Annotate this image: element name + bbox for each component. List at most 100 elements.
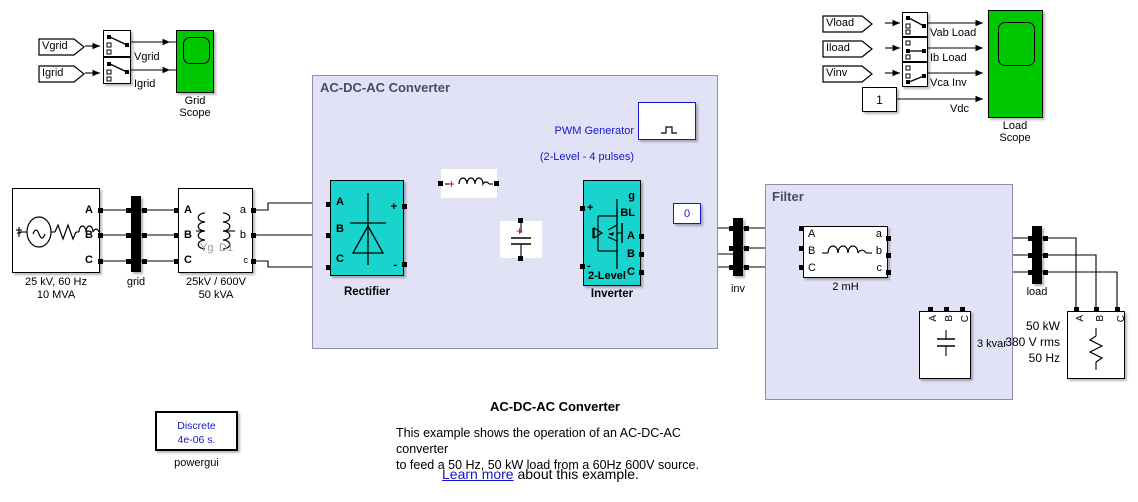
converter-subsystem-title: AC-DC-AC Converter — [320, 80, 451, 95]
inverter-terminal-c — [639, 270, 644, 275]
rectifier-terminal-a — [326, 202, 331, 207]
inport-vgrid[interactable]: Vgrid — [38, 38, 86, 56]
inverter-terminal-plus — [580, 206, 585, 211]
rectifier-block[interactable]: A B C + - — [330, 180, 404, 276]
filter-inductor-block[interactable]: A B C a b c — [803, 226, 888, 278]
source-port-a: A — [85, 204, 93, 216]
capacitor-bank-block[interactable]: A B C — [919, 311, 971, 379]
inverter-port-c: C — [627, 266, 635, 278]
transformer-port-b-right: b — [239, 229, 246, 241]
dc-capacitor-terminal-top — [518, 218, 523, 223]
manual-switch-iload[interactable] — [902, 37, 928, 62]
powergui-block[interactable]: Discrete 4e-06 s. — [155, 411, 238, 451]
filter-inductor-port-b: B — [808, 245, 816, 257]
svg-text:D1: D1 — [219, 242, 233, 254]
inv-bus-port-c-in — [729, 265, 734, 270]
inv-bus-port-b-in — [729, 246, 734, 251]
load-bus-port-a-out — [1043, 236, 1048, 241]
transformer-port-a-right: a — [239, 204, 246, 216]
transformer-port-b-left: B — [184, 229, 192, 241]
load-bus-port-c-out — [1043, 270, 1048, 275]
blocking-constant-value: 0 — [683, 207, 691, 220]
inv-bus-port-a-out — [744, 226, 749, 231]
inverter-port-bl: BL — [620, 207, 635, 219]
inv-measurement-bus[interactable] — [733, 218, 743, 276]
inport-vinv[interactable]: Vinv — [822, 65, 874, 83]
dc-inductor-terminal-left — [438, 181, 443, 186]
dc-link-capacitor-block[interactable]: + — [500, 221, 542, 258]
grid-bus-port-a-in — [126, 208, 131, 213]
grid-bus-port-c-out — [142, 259, 147, 264]
source-terminal-a — [98, 208, 103, 213]
inport-vload[interactable]: Vload — [822, 15, 874, 33]
source-port-b: B — [85, 229, 93, 241]
transformer-terminal-a-in — [174, 208, 179, 213]
load-port-a: A — [1075, 315, 1086, 322]
transformer-terminal-b-out — [251, 233, 256, 238]
filter-inductor-terminal-c-out — [886, 270, 891, 275]
load-scope-caption-2: Scope — [999, 132, 1031, 144]
load-port-c: C — [1116, 315, 1127, 323]
manual-switch-vgrid[interactable] — [103, 30, 131, 57]
inverter-caption: Inverter — [590, 288, 634, 300]
inport-igrid[interactable]: Igrid — [38, 65, 86, 83]
filter-inductor-terminal-a-in — [799, 226, 804, 231]
load-bus-port-c-in — [1028, 270, 1033, 275]
load-caption-1: 50 kW — [1025, 319, 1060, 333]
manual-switch-igrid[interactable] — [103, 57, 131, 84]
transformer-block[interactable]: Yg D1 A B C a b c — [178, 188, 253, 273]
rectifier-terminal-plus — [402, 204, 407, 209]
grid-measurement-bus[interactable] — [131, 196, 141, 272]
transformer-caption-1: 25kV / 600V — [186, 276, 246, 288]
signal-label-vca-inv: Vca Inv — [930, 77, 967, 89]
signal-label-vdc: Vdc — [950, 103, 969, 115]
learn-more-link[interactable]: Learn more — [442, 466, 514, 482]
rectifier-terminal-c — [326, 265, 331, 270]
rectifier-port-c: C — [336, 253, 344, 265]
inverter-inner-label: 2-Level — [588, 270, 626, 282]
source-terminal-c — [98, 259, 103, 264]
filter-inductor-port-c-out: c — [876, 262, 883, 274]
blocking-constant-block[interactable]: 0 — [673, 203, 701, 224]
filter-inductor-caption: 2 mH — [832, 281, 859, 293]
manual-switch-vinv[interactable] — [902, 62, 928, 87]
grid-scope-caption-2: Scope — [179, 107, 211, 119]
load-bus-port-b-out — [1043, 253, 1048, 258]
load-measurement-bus[interactable] — [1032, 226, 1042, 284]
grid-bus-port-c-in — [126, 259, 131, 264]
constant-one-block[interactable]: 1 — [862, 87, 897, 112]
grid-scope-screen — [183, 37, 210, 64]
load-caption-2: 380 V rms — [1005, 335, 1060, 349]
three-phase-source-block[interactable]: A B C — [12, 188, 100, 273]
three-phase-load-block[interactable]: A B C — [1067, 311, 1127, 379]
source-port-c: C — [85, 254, 93, 266]
transformer-port-a-left: A — [184, 204, 192, 216]
capacitor-bank-port-c: C — [960, 315, 971, 323]
inport-iload[interactable]: Iload — [822, 40, 874, 58]
inv-bus-port-c-out — [744, 265, 749, 270]
pwm-generator-block[interactable] — [638, 102, 696, 140]
dc-link-inductor-block[interactable]: + — [441, 169, 497, 198]
capacitor-bank-terminal-c — [960, 307, 965, 312]
capacitor-bank-terminal-b — [944, 307, 949, 312]
capacitor-bank-port-b: B — [944, 315, 955, 322]
filter-inductor-terminal-b-out — [886, 253, 891, 258]
inverter-port-a: A — [627, 230, 635, 242]
diagram-title: AC-DC-AC Converter — [489, 399, 620, 414]
inverter-terminal-b — [639, 252, 644, 257]
source-terminal-b — [98, 233, 103, 238]
transformer-terminal-c-out — [251, 259, 256, 264]
inverter-port-plus: + — [587, 202, 594, 214]
rectifier-terminal-minus — [402, 262, 407, 267]
diagram-description-line1: This example shows the operation of an A… — [396, 426, 681, 456]
signal-label-ib-load: Ib Load — [930, 52, 967, 64]
inverter-port-b: B — [627, 248, 635, 260]
svg-text:+: + — [516, 224, 523, 238]
filter-inductor-terminal-a-out — [886, 236, 891, 241]
load-scope-screen — [998, 22, 1035, 66]
inverter-port-g: g — [628, 190, 635, 202]
inverter-block[interactable]: + - g BL A B C 2-Level — [583, 180, 641, 286]
load-terminal-b — [1094, 307, 1099, 312]
load-bus-port-a-in — [1028, 236, 1033, 241]
manual-switch-vload[interactable] — [902, 12, 928, 37]
